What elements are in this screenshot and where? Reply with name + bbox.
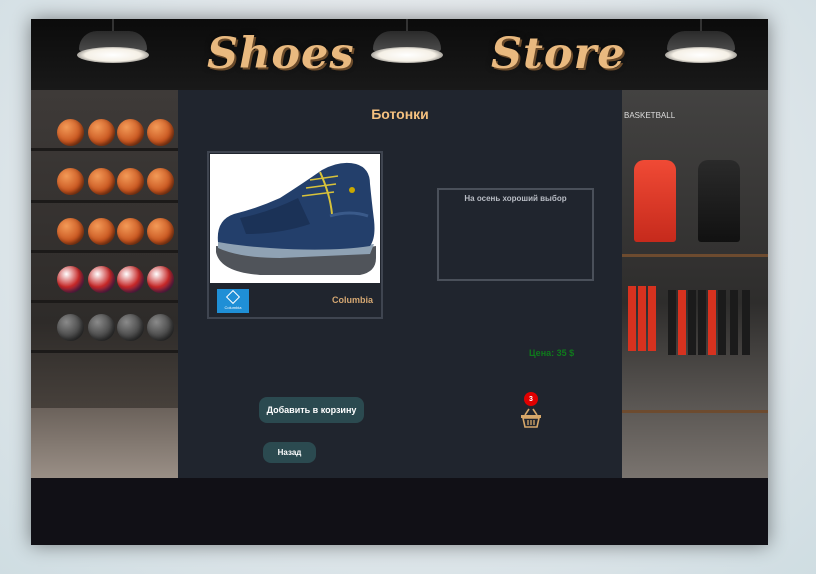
description-text: На осень хороший выбор [464,194,567,203]
product-title: Ботонки [371,106,429,122]
product-panel: Ботонки Columbia Columbia На осень хорош… [178,90,622,478]
shelf-sign: BASKETBALL [624,111,676,120]
cart-count-badge: 3 [524,392,538,406]
brand-name: Columbia [331,295,373,305]
jersey-display-image: BASKETBALL [622,90,768,478]
brand-row: Columbia Columbia [209,285,381,317]
ceiling-lamp [73,19,153,67]
ceiling-lamp [367,19,447,67]
cart-button[interactable]: 3 [520,392,544,430]
basketball-display-image [31,90,178,478]
price-label: Цена: 35 $ [529,348,575,358]
ceiling-lamp [661,19,741,67]
product-image [210,154,380,283]
footer-strip [31,478,768,545]
store-header: Shoes Store [31,19,768,90]
add-to-cart-button[interactable]: Добавить в корзину [259,397,364,423]
columbia-logo-icon: Columbia [217,289,249,313]
basket-icon [521,408,541,428]
brand-logo-text: Columbia [224,305,242,310]
product-card: Columbia Columbia [207,151,383,319]
back-button[interactable]: Назад [263,442,316,463]
description-box: На осень хороший выбор [437,188,594,281]
logo-word-store: Store [491,29,626,79]
app-window: Shoes Store BASKETBALL Ботонки Columbia … [31,19,768,545]
logo-word-shoes: Shoes [207,29,355,79]
